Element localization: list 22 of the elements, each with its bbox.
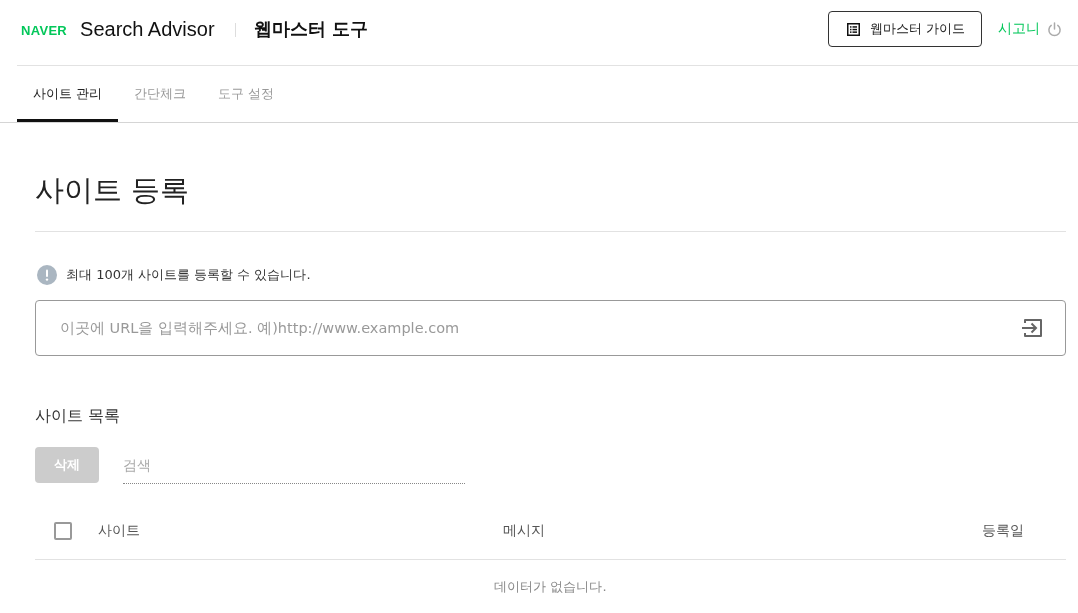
column-header: 등록일	[982, 522, 1024, 540]
enter-arrow-icon[interactable]	[1021, 318, 1043, 338]
column-header: 메시지	[503, 522, 546, 540]
product-name: Search Advisor	[80, 17, 215, 41]
naver-logo[interactable]: NAVER	[21, 23, 68, 38]
tab[interactable]: 도구 설정	[202, 66, 291, 122]
section-title: 웹마스터 도구	[253, 17, 368, 41]
tab[interactable]: 사이트 관리	[17, 66, 119, 122]
empty-message: 데이터가 없습니다.	[494, 578, 607, 596]
page-title: 사이트 등록	[35, 173, 191, 209]
url-input-field[interactable]: 이곳에 URL을 입력해주세요. 예)http://www.example.com	[35, 300, 1066, 356]
notice-text: 최대 100개 사이트를 등록할 수 있습니다.	[66, 266, 311, 284]
tab[interactable]: 간단체크	[118, 66, 203, 122]
guide-button[interactable]: 웹마스터 가이드	[827, 11, 982, 47]
select-all-checkbox[interactable]	[54, 522, 72, 540]
list-icon	[846, 22, 860, 36]
info-icon	[37, 265, 57, 285]
logout-power-icon[interactable]	[1047, 22, 1062, 37]
user-name-link[interactable]: 시고니	[998, 11, 1040, 47]
column-header: 사이트	[98, 522, 141, 540]
section-heading: 사이트 목록	[35, 405, 122, 427]
search-field[interactable]: 검색	[123, 447, 465, 484]
